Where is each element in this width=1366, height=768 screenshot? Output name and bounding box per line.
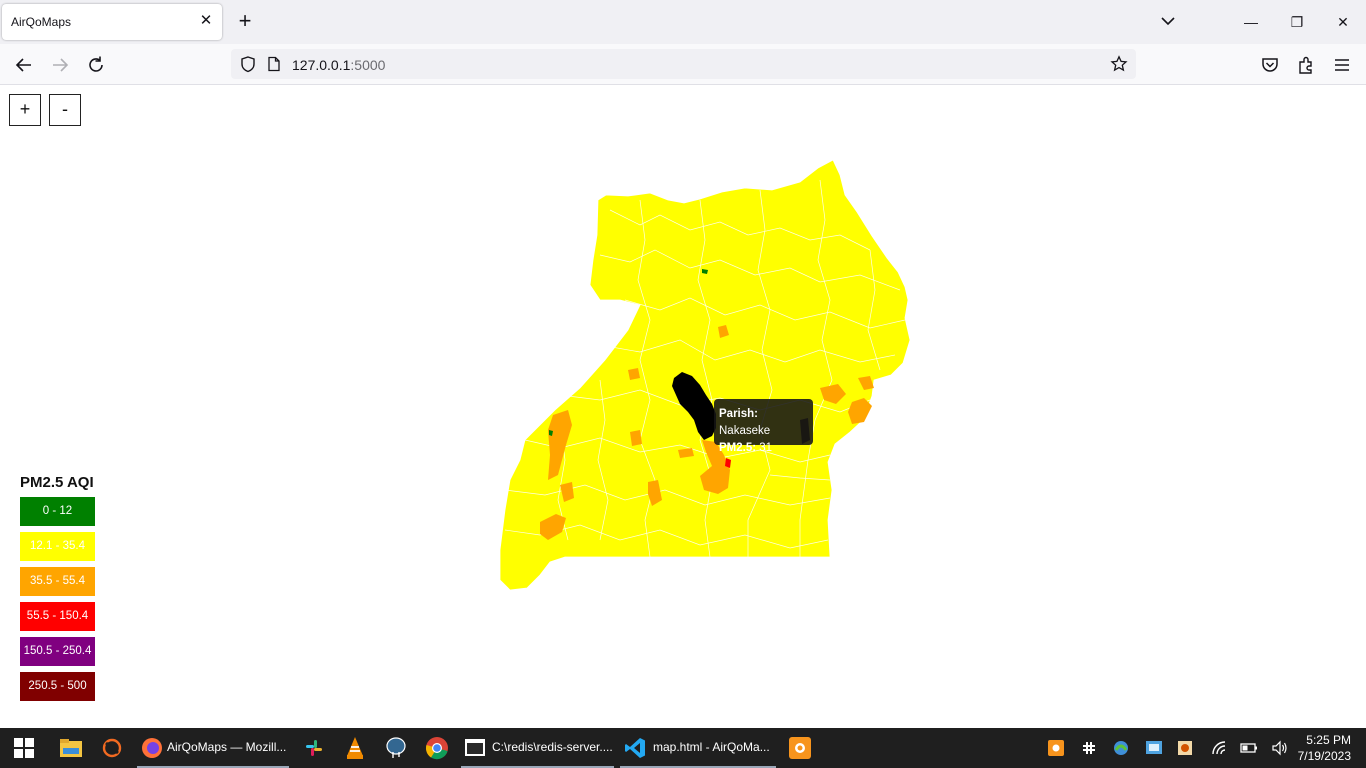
postgres-icon[interactable] <box>384 736 408 760</box>
tab-close-icon[interactable]: ✕ <box>198 13 214 29</box>
legend-item-unhealthy: 55.5 - 150.4 <box>20 602 95 631</box>
back-arrow-icon[interactable] <box>13 54 35 76</box>
shield-icon[interactable] <box>239 55 257 73</box>
file-explorer-icon[interactable] <box>60 738 82 758</box>
slack-icon[interactable] <box>303 737 325 759</box>
zoom-in-button[interactable]: + <box>9 94 41 126</box>
address-bar[interactable]: 127.0.0.1:5000 <box>231 49 1136 79</box>
map-page: + - Parish: Nakaseke PM2.5: 31 PM2.5 AQI… <box>0 85 1366 728</box>
browser-tab[interactable]: AirQoMaps ✕ <box>2 4 222 40</box>
legend-title: PM2.5 AQI <box>20 474 94 491</box>
orange-app-icon[interactable] <box>101 737 123 759</box>
tray-orange-icon[interactable] <box>1048 740 1064 756</box>
extensions-icon[interactable] <box>1295 54 1317 76</box>
vlc-icon[interactable] <box>344 736 366 760</box>
taskbar-vscode-label: map.html - AirQoMa... <box>653 740 770 754</box>
legend-item-very-unhealthy: 150.5 - 250.4 <box>20 637 95 666</box>
console-window-icon <box>465 739 485 756</box>
minimize-button[interactable]: — <box>1239 10 1263 34</box>
taskbar-redis-console[interactable]: C:\redis\redis-server.... <box>461 728 614 768</box>
tooltip-pm-label: PM2.5: <box>719 442 757 454</box>
tab-title: AirQoMaps <box>11 15 72 29</box>
tooltip-pm-value: 31 <box>759 442 773 454</box>
new-tab-button[interactable]: + <box>234 10 256 32</box>
navigation-toolbar: 127.0.0.1:5000 <box>0 44 1366 85</box>
legend-item-moderate: 12.1 - 35.4 <box>20 532 95 561</box>
tray-network-app-icon[interactable] <box>1112 739 1130 757</box>
tooltip-parish-label: Parish: <box>719 408 758 420</box>
reload-icon[interactable] <box>85 54 107 76</box>
uganda-map[interactable] <box>0 85 1366 728</box>
menu-hamburger-icon[interactable] <box>1331 54 1353 76</box>
battery-icon[interactable] <box>1240 741 1258 755</box>
system-clock[interactable]: 5:25 PM 7/19/2023 <box>1298 732 1351 764</box>
parish-tooltip: Parish: Nakaseke PM2.5: 31 <box>714 399 813 454</box>
chrome-icon[interactable] <box>425 736 449 760</box>
pocket-icon[interactable] <box>1259 54 1281 76</box>
volume-icon[interactable] <box>1271 740 1289 756</box>
windows-taskbar: AirQoMaps — Mozill... C:\redis\redis-ser… <box>0 728 1366 768</box>
forward-arrow-icon[interactable] <box>49 54 71 76</box>
wifi-icon[interactable] <box>1210 740 1228 756</box>
firefox-icon <box>142 738 162 758</box>
tray-tool-icon[interactable] <box>1176 739 1194 757</box>
clock-time: 5:25 PM <box>1306 733 1351 747</box>
orange-square-app-icon[interactable] <box>788 736 812 760</box>
taskbar-redis-label: C:\redis\redis-server.... <box>492 740 613 754</box>
taskbar-firefox[interactable]: AirQoMaps — Mozill... <box>137 728 289 768</box>
taskbar-vscode[interactable]: map.html - AirQoMa... <box>620 728 776 768</box>
tray-slack-icon[interactable] <box>1081 740 1097 756</box>
bookmark-star-icon[interactable] <box>1110 55 1128 73</box>
url-text[interactable]: 127.0.0.1:5000 <box>292 57 385 73</box>
windows-start-icon[interactable] <box>14 738 34 758</box>
legend-item-usg: 35.5 - 55.4 <box>20 567 95 596</box>
tray-screen-icon[interactable] <box>1145 739 1163 757</box>
clock-date: 7/19/2023 <box>1297 749 1351 763</box>
page-icon <box>268 56 280 72</box>
tooltip-parish-value: Nakaseke <box>719 425 771 437</box>
chevron-down-icon[interactable] <box>1158 11 1178 31</box>
restore-button[interactable]: ❐ <box>1285 10 1309 34</box>
zoom-out-button[interactable]: - <box>49 94 81 126</box>
close-window-button[interactable]: ✕ <box>1331 10 1355 34</box>
vscode-icon <box>625 738 645 758</box>
legend-item-good: 0 - 12 <box>20 497 95 526</box>
legend-item-hazardous: 250.5 - 500 <box>20 672 95 701</box>
aqi-legend: PM2.5 AQI 0 - 12 12.1 - 35.4 35.5 - 55.4… <box>20 474 95 707</box>
tab-strip: AirQoMaps ✕ + — ❐ ✕ <box>0 0 1366 44</box>
taskbar-firefox-label: AirQoMaps — Mozill... <box>167 740 287 754</box>
